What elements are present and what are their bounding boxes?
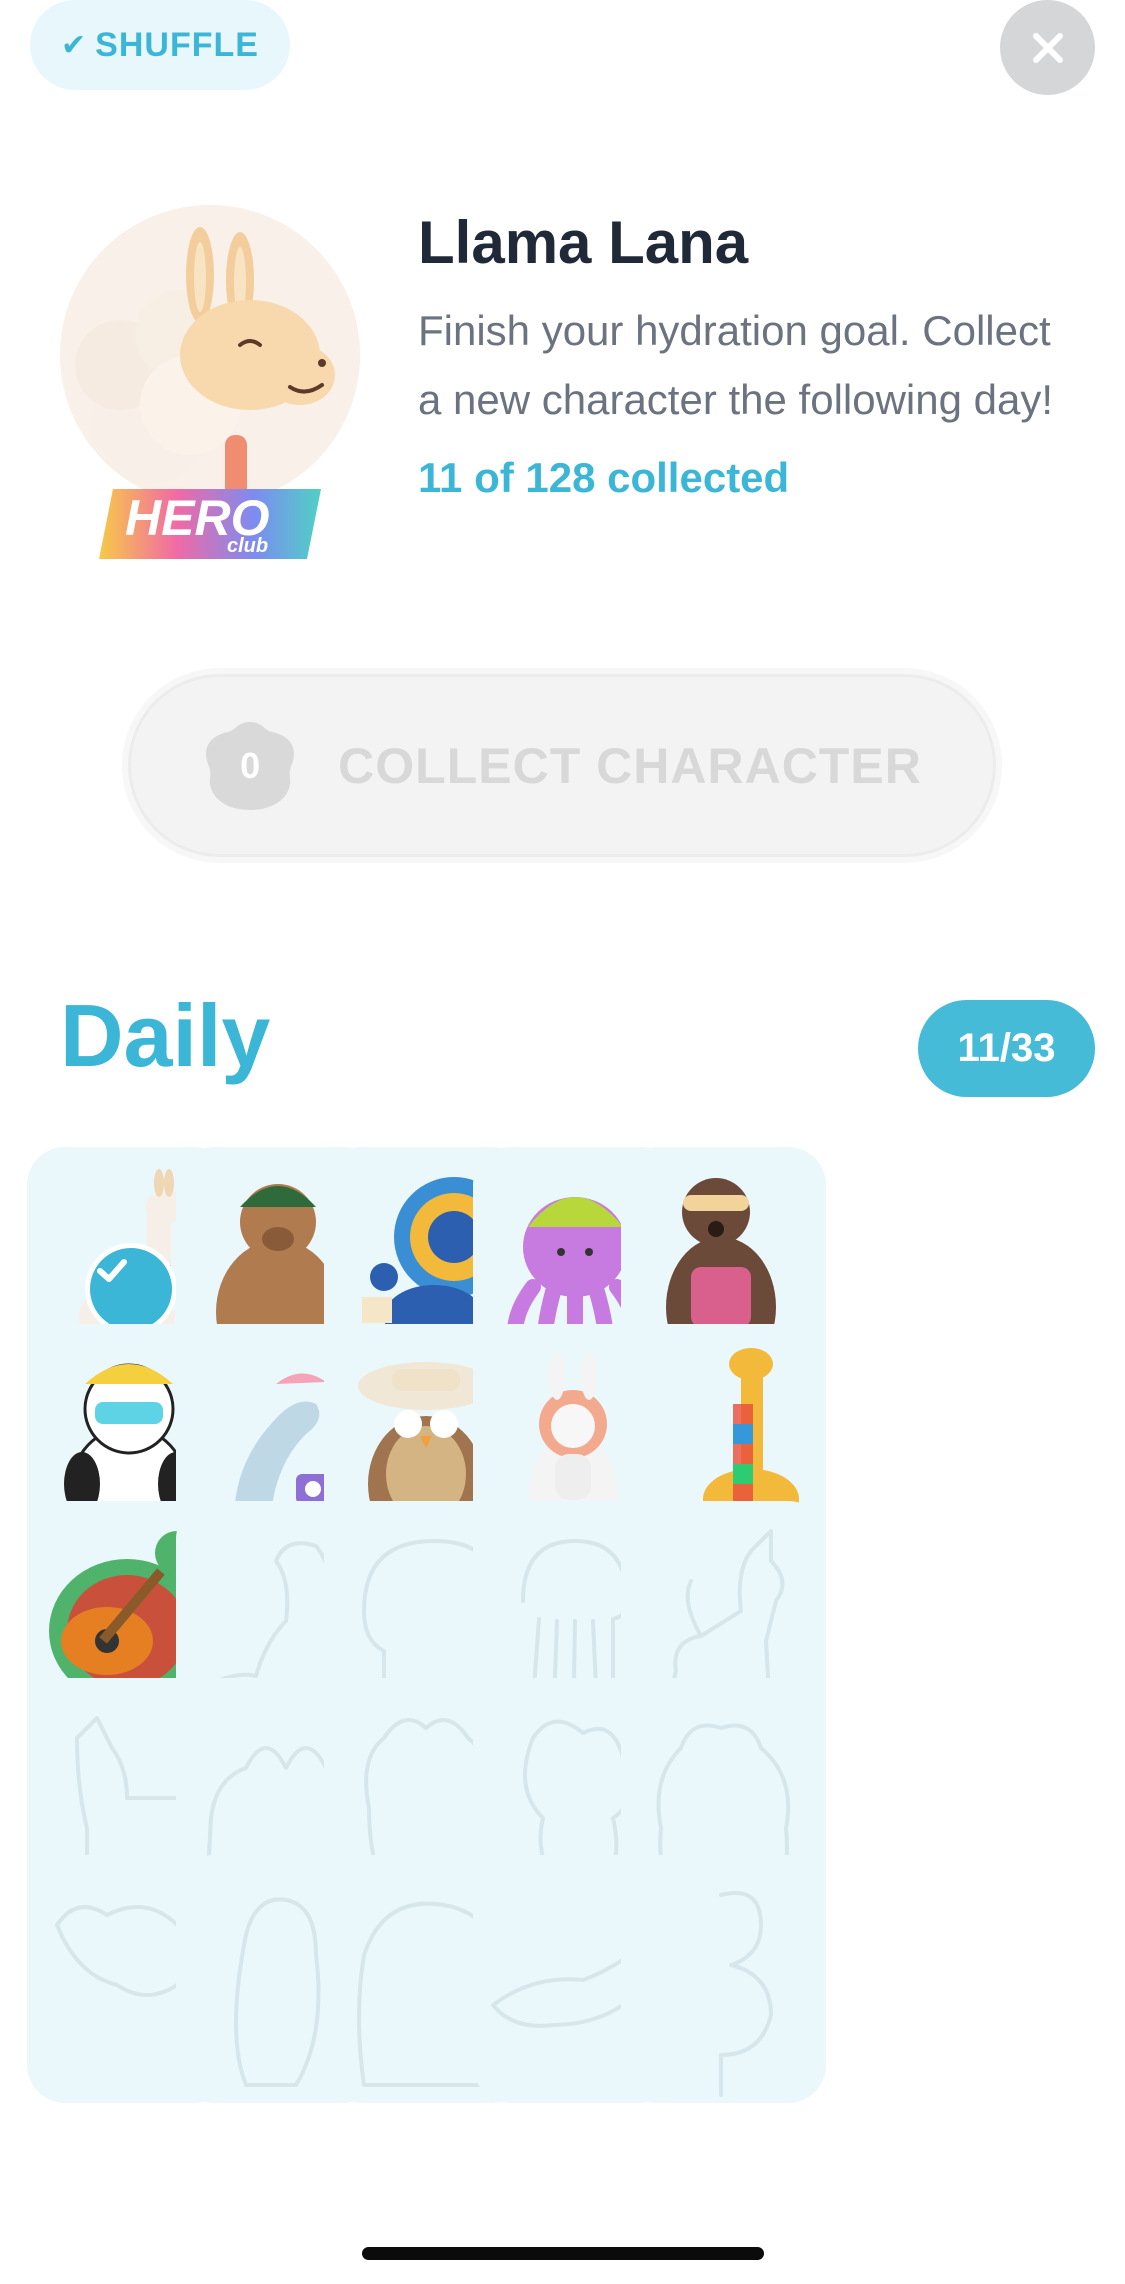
coin-icon: 0	[202, 718, 298, 814]
shuffle-button[interactable]: ✔ SHUFFLE	[30, 0, 290, 90]
hero-badge-subtext: club	[227, 535, 269, 557]
close-icon	[1032, 32, 1063, 63]
character-name: Llama Lana	[418, 209, 749, 276]
collect-character-button[interactable]: 0 COLLECT CHARACTER	[122, 668, 1002, 863]
daily-count-badge: 11/33	[918, 1000, 1095, 1097]
selected-check-icon	[85, 1243, 177, 1335]
shuffle-label: SHUFFLE	[95, 25, 259, 64]
check-icon: ✔	[61, 28, 88, 62]
flamingo-image	[719, 1891, 773, 2097]
close-button[interactable]	[1000, 0, 1095, 95]
daily-section-title: Daily	[60, 986, 271, 1085]
character-cell-flamingo[interactable]	[621, 1855, 826, 2103]
collect-character-label: COLLECT CHARACTER	[338, 737, 922, 794]
home-indicator	[362, 2247, 764, 2260]
character-avatar: HERO club	[60, 205, 360, 565]
hero-club-badge: HERO club	[95, 485, 325, 563]
collected-count: 11 of 128 collected	[418, 454, 790, 501]
character-description: Finish your hydration goal. Collect a ne…	[418, 307, 1054, 423]
llama-avatar-image	[60, 205, 360, 505]
coin-value: 0	[240, 744, 261, 786]
character-info: Llama Lana Finish your hydration goal. C…	[418, 210, 1058, 502]
